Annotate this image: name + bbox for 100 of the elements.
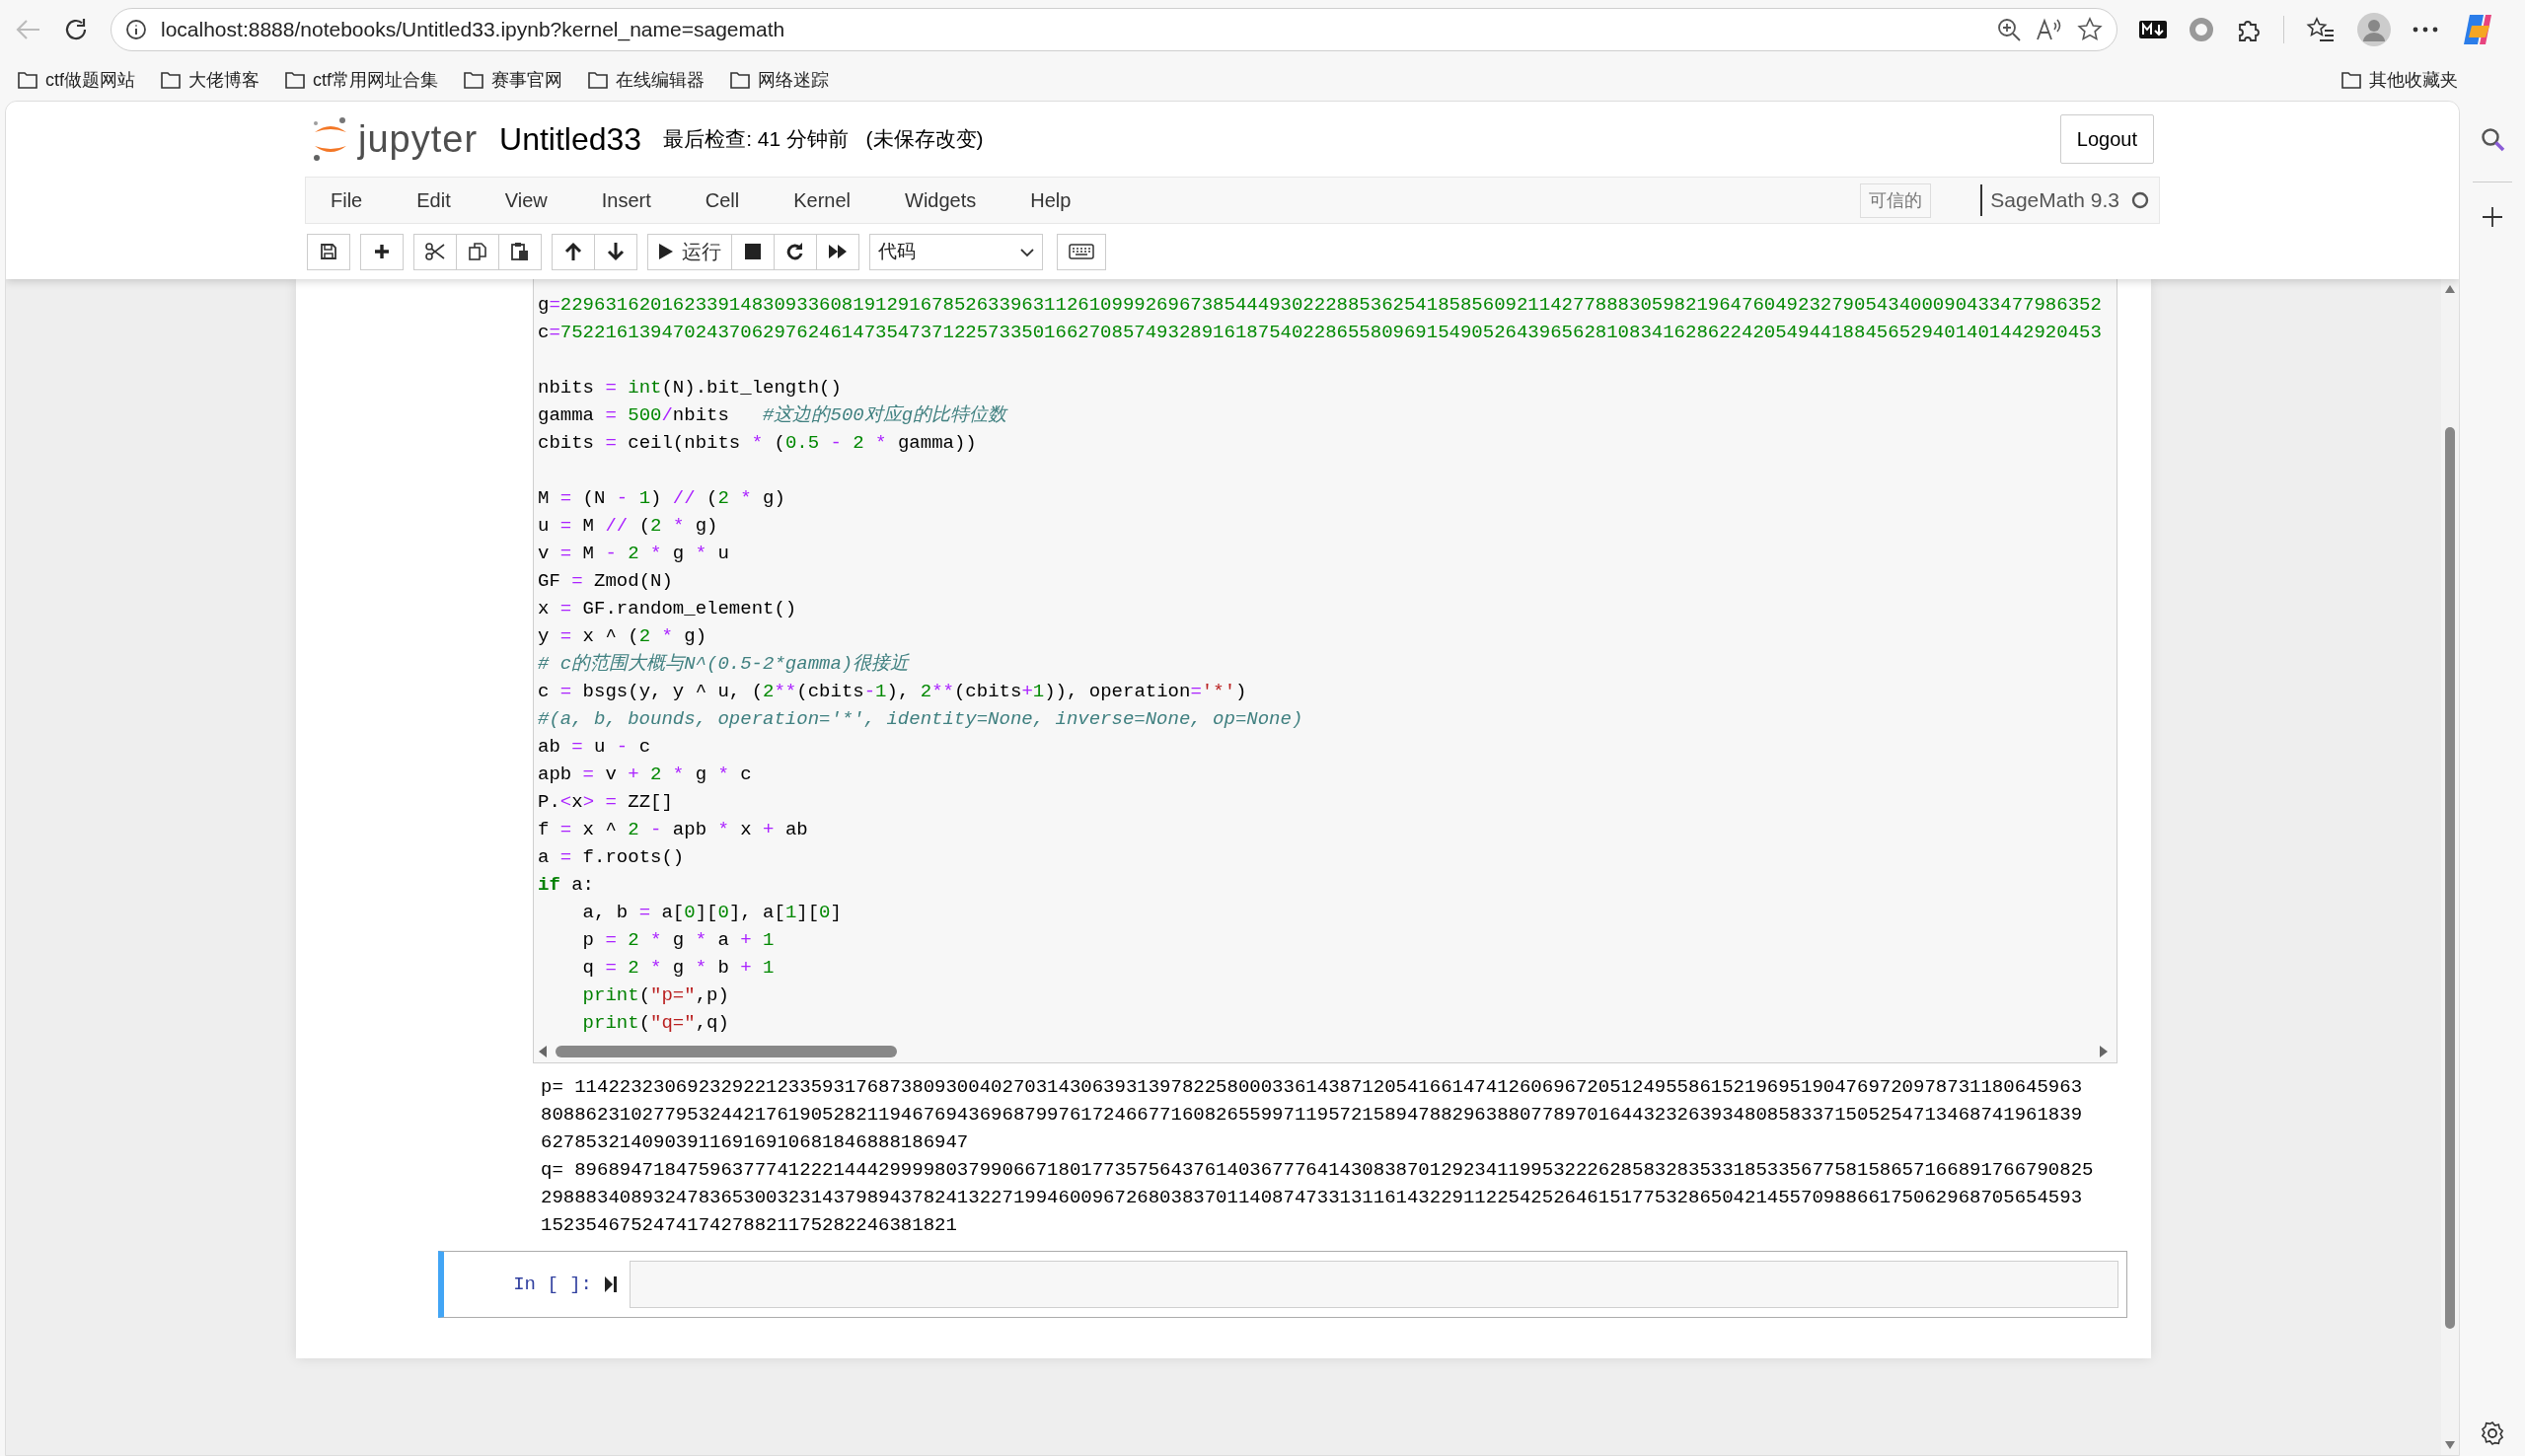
circle-icon[interactable]: [2189, 17, 2214, 42]
info-icon[interactable]: [125, 19, 147, 40]
menu-item[interactable]: Kernel: [793, 185, 868, 215]
logout-button[interactable]: Logout: [2059, 114, 2154, 164]
code-line: ab = u - c: [538, 735, 652, 760]
copy-icon: [468, 242, 487, 261]
bookmark-item[interactable]: 网络迷踪: [730, 66, 830, 94]
scroll-down-icon[interactable]: [2445, 1441, 2455, 1449]
bookmark-item[interactable]: ctf常用网址合集: [285, 66, 439, 94]
notebook-name[interactable]: Untitled33: [499, 115, 642, 163]
url-text: localhost:8888/notebooks/Untitled33.ipynb?kernel_name=sagemath: [161, 17, 785, 43]
code-line: M = (N - 1) // (2 * g): [538, 486, 786, 511]
bookmark-item[interactable]: 大佬博客: [161, 66, 260, 94]
folder-icon: [2341, 71, 2361, 89]
trusted-indicator[interactable]: 可信的: [1860, 182, 1932, 218]
code-line: cbits = ceil(nbits * (0.5 - 2 * gamma)): [538, 431, 978, 456]
folder-icon: [285, 71, 305, 89]
add-cell-button[interactable]: [360, 233, 404, 270]
menu-item[interactable]: Insert: [601, 185, 669, 215]
scrollbar-thumb[interactable]: [556, 1046, 897, 1057]
address-bar[interactable]: localhost:8888/notebooks/Untitled33.ipynb?kernel_name=sagemath: [111, 8, 2117, 51]
fast-forward-button[interactable]: [816, 233, 859, 270]
menu-item[interactable]: File: [331, 185, 381, 215]
star-icon[interactable]: [2077, 17, 2103, 42]
output-line: 80886231027795324421761905282119467694369687997617246677160826559971195721589478829638807789701644323263934808583371505254713468741961839: [541, 1103, 2084, 1128]
restart-button[interactable]: [774, 233, 817, 270]
code-line: nbits = int(N).bit_length(): [538, 376, 843, 400]
keyboard-icon: [1069, 244, 1094, 259]
zoom-in-icon[interactable]: [1996, 17, 2022, 42]
search-icon[interactable]: [2480, 126, 2505, 152]
cell-type-select[interactable]: 代码: [869, 233, 1043, 270]
paste-button[interactable]: [498, 233, 542, 270]
code-line: v = M - 2 * g * u: [538, 542, 730, 566]
fast-forward-icon: [828, 244, 848, 259]
code-line: a = f.roots(): [538, 845, 686, 870]
move-down-button[interactable]: [594, 233, 637, 270]
output-line: 62785321409039116916910681846888186947: [541, 1130, 970, 1155]
bookmark-item[interactable]: 在线编辑器: [588, 66, 706, 94]
cut-button[interactable]: [413, 233, 457, 270]
reload-icon[interactable]: [63, 17, 89, 42]
move-up-button[interactable]: [552, 233, 595, 270]
code-line: c = bsgs(y, y ^ u, (2**(cbits-1), 2**(cbits+1)), operation='*'): [538, 680, 1248, 704]
settings-icon[interactable]: [2480, 1420, 2505, 1446]
run-button[interactable]: 运行: [647, 233, 732, 270]
menu-item[interactable]: Widgets: [905, 185, 995, 215]
menu-item[interactable]: Help: [1030, 185, 1089, 215]
code-line: GF = Zmod(N): [538, 569, 674, 594]
folder-icon: [464, 71, 484, 89]
logo-text: jupyter: [358, 116, 479, 162]
code-line: u = M // (2 * g): [538, 514, 719, 539]
code-editor[interactable]: [533, 279, 2117, 1063]
code-line: g=22963162016233914830933608191291678526339631126109992696738544493022288536254185856092114277888305982196476049232790543400090433477986352: [538, 293, 2103, 318]
stop-icon: [745, 244, 761, 259]
copy-button[interactable]: [456, 233, 499, 270]
scissors-icon: [424, 243, 446, 260]
arrow-up-icon: [564, 242, 582, 261]
code-line: q = 2 * g * b + 1: [581, 956, 776, 981]
code-line: # c的范围大概与N^(0.5-2*gamma)很接近: [538, 652, 911, 677]
favorites-list-icon[interactable]: [2306, 17, 2336, 42]
avatar-icon[interactable]: [2357, 13, 2391, 46]
menu-item[interactable]: View: [504, 185, 565, 215]
scroll-left-icon[interactable]: [538, 1046, 548, 1057]
plus-icon[interactable]: [2482, 206, 2503, 228]
arrow-down-icon: [607, 242, 625, 261]
bookmark-folder[interactable]: 其他收藏夹: [2341, 66, 2458, 94]
bookmark-item[interactable]: ctf做题网站: [18, 66, 135, 94]
scroll-up-icon[interactable]: [2445, 285, 2455, 293]
keyboard-button[interactable]: [1057, 233, 1106, 270]
code-line: #(a, b, bounds, operation='*', identity=None, inverse=None, op=None): [538, 707, 1304, 732]
scroll-right-icon[interactable]: [2099, 1046, 2109, 1057]
menu-item[interactable]: Cell: [705, 185, 758, 215]
output-line: q= 896894718475963777412221444299998037990667180177357564376140367776414308387012923411995322262858328353318533567758158657166891766790825: [541, 1158, 2095, 1183]
code-line: x = GF.random_element(): [538, 597, 798, 621]
code-input-field[interactable]: [630, 1261, 2118, 1308]
folder-icon: [161, 71, 181, 89]
markdown-icon[interactable]: [2139, 21, 2167, 38]
more-icon[interactable]: [2413, 27, 2438, 33]
code-line: a, b = a[0][0], a[1][0]: [581, 901, 843, 925]
restart-icon: [785, 242, 805, 261]
selected-cell[interactable]: In [ ]:: [438, 1251, 2127, 1318]
code-line: apb = v + 2 * g * c: [538, 763, 753, 787]
jupyter-logo[interactable]: jupyter: [311, 110, 479, 168]
run-cell-icon[interactable]: [604, 1275, 618, 1293]
output-line: p= 11422323069232922123359317687380930040270314306393139782258000336143871205416614741260696720512495586152196951904769720978731180645963: [541, 1075, 2084, 1100]
code-line: gamma = 500/nbits #这边的500对应g的比特位数: [538, 403, 1009, 428]
stop-button[interactable]: [731, 233, 775, 270]
read-aloud-icon[interactable]: [2036, 17, 2063, 42]
plus-icon: [373, 243, 391, 260]
code-line: if a:: [538, 873, 596, 898]
checkpoint-status: 最后检查: 41 分钟前 (未保存改变): [663, 126, 984, 153]
code-line: p = 2 * g * a + 1: [581, 928, 776, 953]
scrollbar-thumb[interactable]: [2445, 427, 2455, 1329]
menu-item[interactable]: Edit: [416, 185, 469, 215]
folder-icon: [588, 71, 609, 89]
save-button[interactable]: [307, 233, 350, 270]
code-line: P.<x> = ZZ[]: [538, 790, 674, 815]
code-line: y = x ^ (2 * g): [538, 624, 708, 649]
bookmark-item[interactable]: 赛事官网: [464, 66, 563, 94]
play-icon: [658, 243, 674, 260]
folder-icon: [18, 71, 37, 89]
